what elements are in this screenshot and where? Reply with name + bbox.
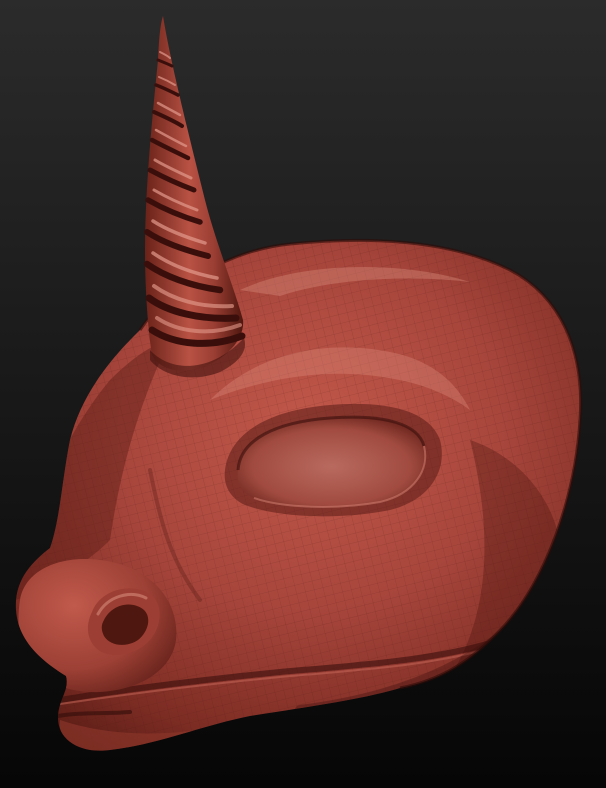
viewport-canvas bbox=[0, 0, 606, 788]
sculpt-viewport[interactable] bbox=[0, 0, 606, 788]
